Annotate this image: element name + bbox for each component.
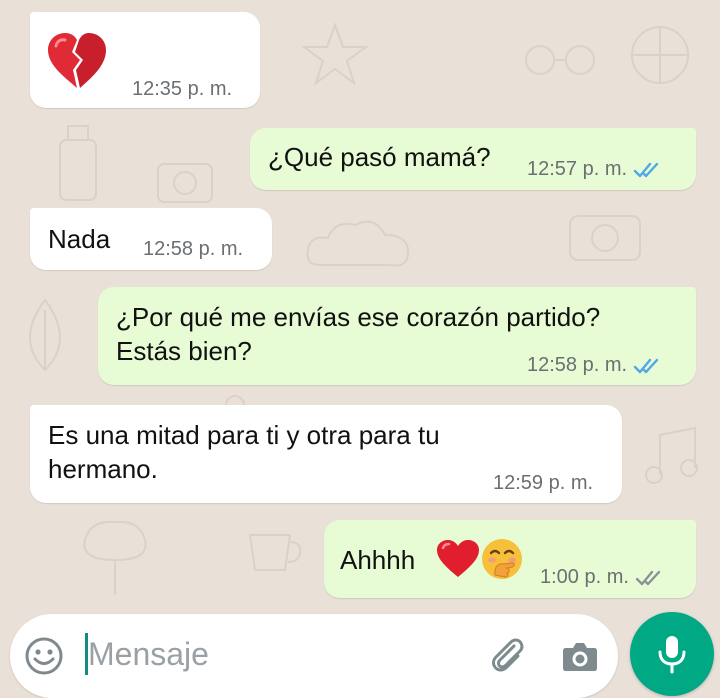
message-time: 1:00 p. m. [540,566,629,588]
voice-message-button[interactable] [630,612,714,696]
message-time: 12:58 p. m. [527,354,628,376]
doodle-leaf-icon [29,298,61,372]
message-meta: 12:58 p. m. [527,354,663,377]
doodle-bottle-icon [59,125,97,201]
red-heart-icon [437,540,479,577]
message-meta: 12:59 p. m. [493,472,593,495]
read-receipt-icon [633,162,659,177]
doodle-star-icon [300,22,370,86]
message-text: Ahhhh [340,545,416,575]
camera-icon[interactable] [560,636,600,676]
doodle-glasses-icon [525,45,595,75]
delivered-receipt-icon [635,570,661,585]
attach-paperclip-icon[interactable] [484,632,528,676]
message-meta: 12:57 p. m. [527,158,663,181]
doodle-music-icon [645,426,698,484]
message-text: Es una mitad para ti y otra para tu herm… [48,420,440,484]
message-meta: 12:58 p. m. [143,238,243,261]
message-text: Nada [48,224,111,254]
broken-heart-icon [48,33,106,88]
microphone-icon [658,636,686,674]
doodle-camera2-icon [569,215,641,261]
emoji-icon[interactable] [24,636,64,676]
message-time: 12:35 p. m. [132,78,233,100]
message-meta: 1:00 p. m. [540,566,665,589]
hand-over-mouth-face-icon [482,539,522,579]
message-time: 12:57 p. m. [527,158,628,180]
message-input[interactable]: Mensaje [88,634,209,674]
read-receipt-icon [633,358,659,373]
message-text: ¿Qué pasó mamá? [268,142,491,172]
doodle-camera-icon [157,163,213,203]
doodle-ball-icon [631,26,689,84]
doodle-tree-icon [83,520,147,595]
doodle-cup-icon [248,534,302,571]
doodle-cloud-icon [306,220,410,267]
message-time: 12:58 p. m. [143,238,244,260]
message-time: 12:59 p. m. [493,472,594,494]
message-meta: 12:35 p. m. [132,78,232,101]
